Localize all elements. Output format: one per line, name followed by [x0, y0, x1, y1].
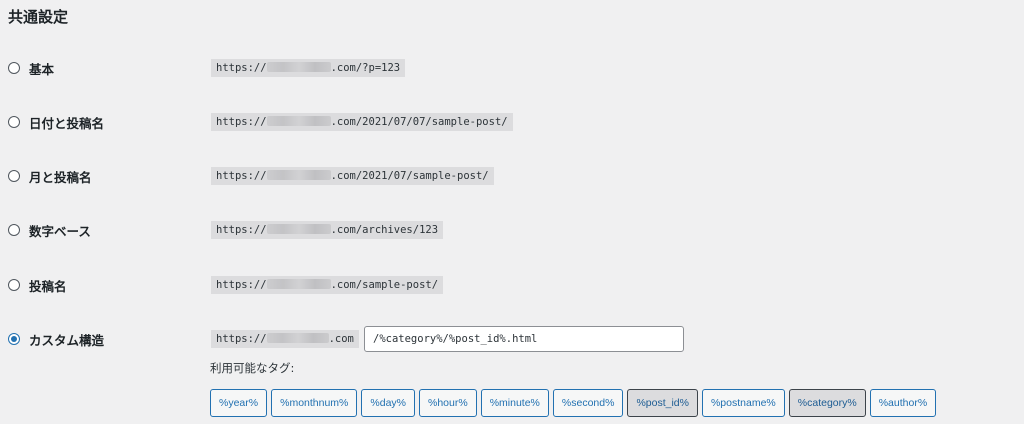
option-label: 投稿名 [29, 278, 67, 294]
month-name-radio-option[interactable]: 月と投稿名 [8, 165, 92, 187]
option-label: 数字ベース [29, 223, 91, 239]
permalink-option-numeric: 数字ベース https:// .com/archives/123 [0, 219, 1024, 241]
tag-day-button[interactable]: %day% [361, 389, 415, 417]
numeric-radio-option[interactable]: 数字ベース [8, 219, 91, 241]
redacted-domain [266, 333, 329, 343]
permalink-option-month-name: 月と投稿名 https:// .com/2021/07/sample-post/ [0, 165, 1024, 187]
tag-monthnum-button[interactable]: %monthnum% [271, 389, 358, 417]
radio-button-selected[interactable] [8, 333, 20, 345]
redacted-domain [266, 279, 331, 289]
url-prefix: https:// [216, 170, 267, 182]
redacted-domain [266, 170, 331, 180]
example-url: https:// .com/archives/123 [211, 221, 444, 239]
url-prefix: https:// [216, 62, 267, 74]
url-prefix: https:// [216, 224, 267, 236]
radio-button[interactable] [8, 279, 20, 291]
tag-hour-button[interactable]: %hour% [419, 389, 477, 417]
example-url: https:// .com/2021/07/sample-post/ [211, 167, 494, 185]
example-url: https:// .com/sample-post/ [211, 276, 444, 294]
tag-second-button[interactable]: %second% [552, 389, 624, 417]
section-title: 共通設定 [8, 8, 69, 26]
example-url: https:// .com/?p=123 [211, 59, 406, 77]
base-url: https:// .com [211, 330, 359, 348]
available-tags: %year% %monthnum% %day% %hour% %minute% … [210, 389, 937, 417]
url-suffix: .com/sample-post/ [330, 279, 439, 291]
option-label: 日付と投稿名 [29, 115, 105, 131]
redacted-domain [266, 224, 331, 234]
url-suffix: .com/?p=123 [330, 62, 401, 74]
permalink-option-post-name: 投稿名 https:// .com/sample-post/ [0, 274, 1024, 296]
redacted-domain [266, 116, 331, 126]
example-url: https:// .com/2021/07/07/sample-post/ [211, 113, 513, 131]
option-label: 基本 [29, 61, 55, 77]
url-prefix: https:// [216, 116, 267, 128]
option-label: カスタム構造 [29, 332, 105, 348]
tag-post-id-button[interactable]: %post_id% [627, 389, 698, 417]
post-name-radio-option[interactable]: 投稿名 [8, 274, 67, 296]
tag-year-button[interactable]: %year% [210, 389, 268, 417]
option-label: 月と投稿名 [29, 169, 92, 185]
tag-author-button[interactable]: %author% [869, 389, 937, 417]
radio-button[interactable] [8, 170, 20, 182]
redacted-domain [266, 62, 331, 72]
tag-postname-button[interactable]: %postname% [701, 389, 785, 417]
url-suffix: .com/2021/07/07/sample-post/ [330, 116, 508, 128]
url-suffix: .com/archives/123 [330, 224, 439, 236]
radio-button[interactable] [8, 62, 20, 74]
permalink-option-plain: 基本 https:// .com/?p=123 [0, 57, 1024, 79]
radio-button[interactable] [8, 116, 20, 128]
url-prefix: https:// [216, 279, 267, 291]
url-suffix: .com/2021/07/sample-post/ [330, 170, 489, 182]
tag-minute-button[interactable]: %minute% [480, 389, 549, 417]
custom-structure-input[interactable]: /%category%/%post_id%.html [364, 326, 684, 352]
available-tags-label: 利用可能なタグ: [210, 361, 295, 375]
custom-structure-radio-option[interactable]: カスタム構造 [8, 328, 104, 350]
tag-category-button[interactable]: %category% [788, 389, 866, 417]
url-suffix: .com [328, 333, 354, 345]
permalink-option-day-name: 日付と投稿名 https:// .com/2021/07/07/sample-po… [0, 111, 1024, 133]
plain-radio-option[interactable]: 基本 [8, 57, 54, 79]
day-name-radio-option[interactable]: 日付と投稿名 [8, 111, 104, 133]
radio-button[interactable] [8, 224, 20, 236]
url-prefix: https:// [216, 333, 267, 345]
